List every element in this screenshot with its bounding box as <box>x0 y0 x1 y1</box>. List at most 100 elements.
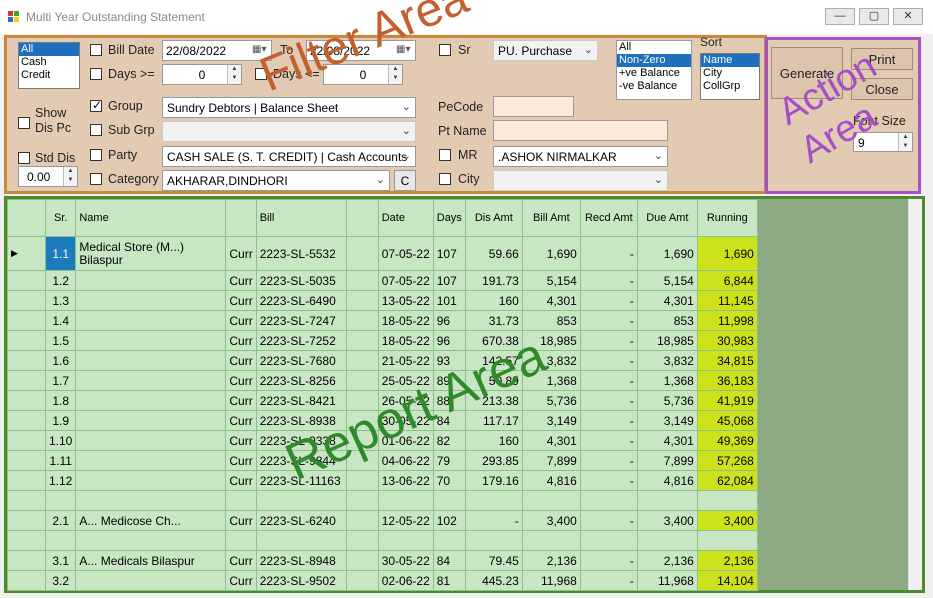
pecode-input[interactable] <box>493 96 574 117</box>
balance-option[interactable]: Non-Zero <box>617 54 691 67</box>
city-checkbox[interactable] <box>439 173 451 185</box>
cell-billamt[interactable]: 11,968 <box>521 570 581 591</box>
cell-name[interactable]: A... Medicals Bilaspur <box>75 550 227 571</box>
cell-dis[interactable]: 179.16 <box>464 470 523 491</box>
cell-recd[interactable]: - <box>579 450 638 471</box>
chevron-down-icon[interactable]: ⌄ <box>402 100 411 113</box>
cell-days[interactable]: 101 <box>432 290 466 311</box>
cell-curr[interactable]: Curr <box>225 410 257 431</box>
cell-blank[interactable] <box>345 270 379 291</box>
cell-recd[interactable]: - <box>579 430 638 451</box>
cell-billamt[interactable]: 18,985 <box>521 330 581 351</box>
spinner-arrows-icon[interactable]: ▲ ▼ <box>898 133 912 151</box>
cell-due[interactable]: 4,301 <box>636 430 698 451</box>
cell-run[interactable]: 30,983 <box>696 330 758 351</box>
cell-name[interactable] <box>75 370 227 391</box>
cell-curr[interactable] <box>225 490 257 511</box>
table-row[interactable]: 1.8 Curr 2223-SL-8421 26-05-22 88 213.38 5,736… <box>7 390 758 411</box>
bill-date-from-picker[interactable]: 22/08/2022 ▦▾ <box>162 40 272 61</box>
col-header-dis-amt[interactable]: Dis Amt <box>464 199 523 237</box>
cell-run[interactable]: 62,084 <box>696 470 758 491</box>
cell-due[interactable]: 4,816 <box>636 470 698 491</box>
cell-sr[interactable]: 1.2 <box>44 270 77 291</box>
cell-blank[interactable] <box>345 370 379 391</box>
cell-sr[interactable]: 1.5 <box>44 330 77 351</box>
cell-due[interactable]: 3,400 <box>636 510 698 531</box>
cell-due[interactable]: 1,368 <box>636 370 698 391</box>
cell-sr[interactable] <box>44 490 77 511</box>
minimize-button[interactable]: — <box>825 8 855 25</box>
cell-date[interactable]: 02-06-22 <box>377 570 434 591</box>
days-gte-checkbox[interactable] <box>90 68 102 80</box>
cell-due[interactable] <box>636 490 698 511</box>
cell-run[interactable]: 36,183 <box>696 370 758 391</box>
sr-combo[interactable]: PU. Purchase ⌄ <box>493 40 598 61</box>
table-row[interactable]: 1.4 Curr 2223-SL-7247 18-05-22 96 31.73 853-85… <box>7 310 758 331</box>
sale-type-list[interactable]: All Cash Credit <box>18 42 80 89</box>
cell-blank[interactable] <box>345 510 379 531</box>
cell-date[interactable]: 21-05-22 <box>377 350 434 371</box>
cell-sr[interactable]: 1.12 <box>44 470 77 491</box>
calendar-icon[interactable]: ▦▾ <box>252 44 268 57</box>
cell-dis[interactable] <box>464 530 523 551</box>
cell-billamt[interactable]: 1,690 <box>521 236 581 271</box>
cell-sr[interactable]: 1.8 <box>44 390 77 411</box>
row-header-cell[interactable] <box>7 470 46 491</box>
cell-name[interactable] <box>75 290 227 311</box>
cell-dis[interactable] <box>464 490 523 511</box>
current-row-indicator[interactable]: ▶ <box>7 236 46 271</box>
cell-date[interactable] <box>377 530 434 551</box>
cell-dis[interactable]: 191.73 <box>464 270 523 291</box>
cell-recd[interactable] <box>579 530 638 551</box>
cell-blank[interactable] <box>345 470 379 491</box>
table-row[interactable]: 2.1 A... Medicose Ch... Curr 2223-SL-6240 12… <box>7 510 758 531</box>
cell-blank[interactable] <box>345 350 379 371</box>
sub-grp-checkbox[interactable] <box>90 124 102 136</box>
col-header-curr[interactable] <box>225 199 257 237</box>
cell-name[interactable] <box>75 530 227 551</box>
cell-billamt[interactable]: 853 <box>521 310 581 331</box>
cell-sr[interactable]: 3.1 <box>44 550 77 571</box>
table-row[interactable]: 3.1 A... Medicals Bilaspur Curr 2223-SL-894… <box>7 550 758 571</box>
vertical-scrollbar[interactable] <box>908 199 922 590</box>
std-dis-checkbox[interactable] <box>18 152 30 164</box>
cell-run[interactable]: 3,400 <box>696 510 758 531</box>
sort-option[interactable]: CollGrp <box>701 80 759 93</box>
cell-dis[interactable]: 160 <box>464 290 523 311</box>
sort-option[interactable]: Name <box>701 54 759 67</box>
chevron-down-icon[interactable]: ⌄ <box>402 124 411 137</box>
cell-curr[interactable]: Curr <box>225 370 257 391</box>
font-size-input[interactable]: 9 ▲ ▼ <box>853 132 913 152</box>
row-header-cell[interactable] <box>7 350 46 371</box>
row-header-cell[interactable] <box>7 450 46 471</box>
cell-due[interactable]: 7,899 <box>636 450 698 471</box>
cell-curr[interactable]: Curr <box>225 236 257 271</box>
cell-run[interactable] <box>696 530 758 551</box>
cell-blank[interactable] <box>345 290 379 311</box>
cell-billamt[interactable]: 2,136 <box>521 550 581 571</box>
days-lte-checkbox[interactable] <box>255 68 267 80</box>
cell-bill[interactable]: 2223-SL-7252 <box>255 330 347 351</box>
cell-billamt[interactable]: 3,832 <box>521 350 581 371</box>
category-combo[interactable]: AKHARAR,DINDHORI ⌄ <box>162 170 390 191</box>
cell-curr[interactable]: Curr <box>225 510 257 531</box>
cell-blank[interactable] <box>345 490 379 511</box>
cell-run[interactable]: 57,268 <box>696 450 758 471</box>
chevron-down-icon[interactable]: ⌄ <box>654 173 663 186</box>
col-header-recd-amt[interactable]: Recd Amt <box>579 199 638 237</box>
cell-curr[interactable]: Curr <box>225 570 257 591</box>
row-header-cell[interactable] <box>7 270 46 291</box>
cell-name[interactable] <box>75 310 227 331</box>
cell-days[interactable]: 81 <box>432 570 466 591</box>
table-row[interactable]: 1.5 Curr 2223-SL-7252 18-05-22 96 670.38 18,98… <box>7 330 758 351</box>
cell-billamt[interactable]: 4,816 <box>521 470 581 491</box>
report-grid[interactable]: Sr. Name Bill Date Days Dis Amt Bill Amt… <box>7 199 758 591</box>
cell-date[interactable]: 25-05-22 <box>377 370 434 391</box>
row-header-cell[interactable] <box>7 290 46 311</box>
cell-due[interactable]: 853 <box>636 310 698 331</box>
cell-name[interactable] <box>75 270 227 291</box>
col-header-sr[interactable]: Sr. <box>44 199 77 237</box>
cell-curr[interactable]: Curr <box>225 390 257 411</box>
balance-option[interactable]: +ve Balance <box>617 67 691 80</box>
cell-days[interactable]: 84 <box>432 550 466 571</box>
